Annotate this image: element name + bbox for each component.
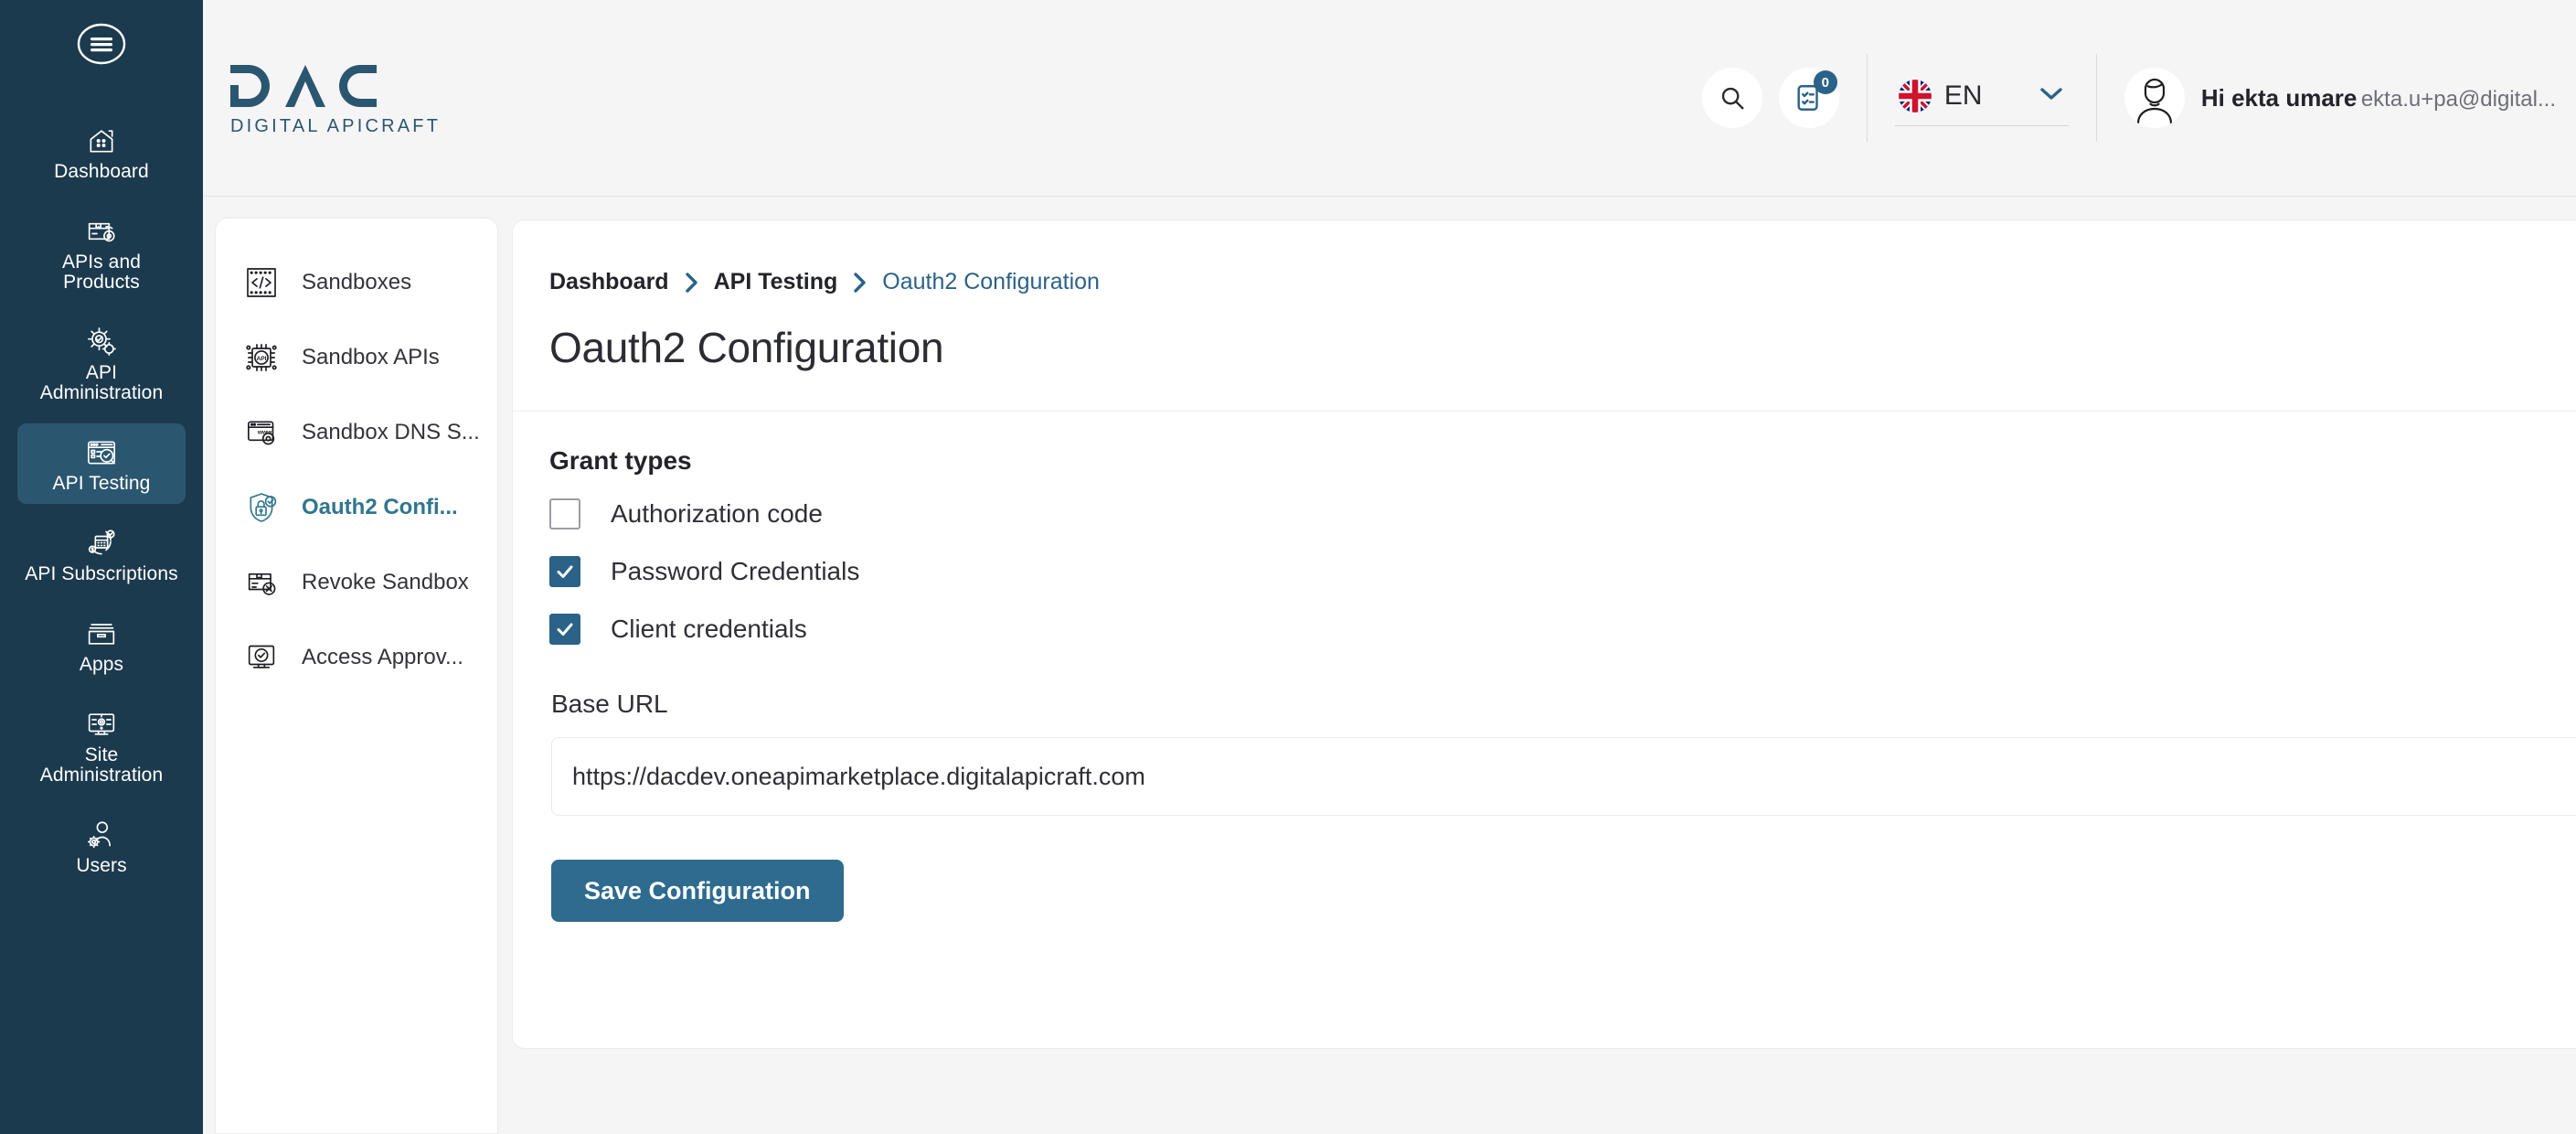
hamburger-circle-icon[interactable] xyxy=(73,22,130,66)
subnav-item-label: Oauth2 Confi... xyxy=(302,495,458,519)
app-header: DIGITAL APICRAFT 0 EN Hi ekta umare ekta… xyxy=(203,0,2576,197)
monitor-check-icon xyxy=(241,637,282,678)
home-dashboard-icon xyxy=(80,123,122,158)
sidebar-item-label: Apps xyxy=(79,654,124,676)
base-url-input[interactable]: https://dacdev.oneapimarketplace.digital… xyxy=(551,737,2576,816)
grant-type-label: Client credentials xyxy=(611,615,807,643)
language-selector[interactable]: EN xyxy=(1894,70,2069,126)
checkbox-icon[interactable] xyxy=(549,498,580,530)
sidebar-item-apps[interactable]: Apps xyxy=(17,604,186,685)
box-x-icon xyxy=(241,562,282,603)
sidebar-item-label: Site Administration xyxy=(39,744,164,786)
sidebar-item-apis-and-products[interactable]: APIs and Products xyxy=(17,202,186,303)
grant-types-heading: Grant types xyxy=(549,446,692,475)
checkbox-checked-icon[interactable] xyxy=(549,556,580,587)
dac-logo-icon xyxy=(230,64,377,107)
grant-type-password-credentials[interactable]: Password Credentials xyxy=(549,550,2576,594)
sidebar-item-label: Users xyxy=(76,855,127,877)
uk-flag-icon xyxy=(1898,79,1932,112)
sidebar-item-dashboard[interactable]: Dashboard xyxy=(17,112,186,192)
subnav-item-label: Sandbox DNS S... xyxy=(302,420,480,444)
brand-logo[interactable]: DIGITAL APICRAFT xyxy=(229,59,441,137)
app-root: Dashboard APIs and Products API Administra… xyxy=(0,0,2576,1134)
subnav-item-label: Sandbox APIs xyxy=(302,345,440,369)
secondary-sidebar: Sandboxes API Sandbox APIs www Sandbox DNS S… xyxy=(215,218,498,1134)
subnav-item-access-approv[interactable]: Access Approv... xyxy=(216,632,497,683)
sidebar-item-api-administration[interactable]: API Administration xyxy=(17,313,186,413)
header-divider-2 xyxy=(2095,54,2097,142)
subnav-item-label: Access Approv... xyxy=(302,645,463,669)
archive-box-icon xyxy=(80,616,122,651)
sidebar-item-label: API Subscriptions xyxy=(25,563,178,585)
sidebar-item-api-subscriptions[interactable]: API Subscriptions xyxy=(17,514,186,594)
header-actions: 0 EN Hi ekta umare ekta.u+pa@digital... xyxy=(1701,0,2576,196)
user-email: ekta.u+pa@digital... xyxy=(2360,86,2556,112)
breadcrumb: Dashboard API Testing Oauth2 Configurati… xyxy=(549,269,2576,295)
user-info: Hi ekta umare ekta.u+pa@digital... xyxy=(2201,84,2556,112)
subnav-item-sandboxes[interactable]: Sandboxes xyxy=(216,257,497,308)
brand-tagline: DIGITAL APICRAFT xyxy=(230,115,442,136)
browser-www-gear-icon: www xyxy=(241,412,282,453)
sidebar-item-label: APIs and Products xyxy=(61,251,142,294)
breadcrumb-item-dashboard[interactable]: Dashboard xyxy=(549,269,669,295)
sidebar-item-label: API Testing xyxy=(52,473,151,495)
sidebar-item-label: Dashboard xyxy=(54,161,149,182)
subnav-item-sandbox-dns-s[interactable]: www Sandbox DNS S... xyxy=(216,407,497,458)
header-divider-1 xyxy=(1866,54,1868,142)
sidebar-item-users[interactable]: Users xyxy=(17,806,186,886)
grant-type-authorization-code[interactable]: Authorization code xyxy=(549,492,2576,536)
form-magnifier-check-icon xyxy=(80,435,122,470)
user-gear-icon xyxy=(80,818,122,852)
sidebar-item-site-administration[interactable]: Site Administration xyxy=(17,695,186,796)
subnav-item-label: Revoke Sandbox xyxy=(302,570,469,594)
shield-lock-check-icon xyxy=(241,487,282,528)
user-menu[interactable]: Hi ekta umare ekta.u+pa@digital... xyxy=(2124,68,2576,128)
save-configuration-button[interactable]: Save Configuration xyxy=(551,860,844,922)
base-url-value: https://dacdev.oneapimarketplace.digital… xyxy=(572,762,1145,790)
subnav-item-label: Sandboxes xyxy=(302,270,412,294)
chevron-down-icon xyxy=(2038,84,2065,107)
language-code: EN xyxy=(1943,80,1983,111)
sidebar-item-api-testing[interactable]: API Testing xyxy=(17,423,186,505)
tasks-badge: 0 xyxy=(1813,70,1837,94)
code-brackets-icon xyxy=(241,262,282,303)
svg-text:API: API xyxy=(256,356,266,362)
search-icon[interactable] xyxy=(1701,68,1762,128)
calendar-refresh-dollar-icon xyxy=(80,526,122,561)
grant-types-list: Authorization code Password Credentials Cl… xyxy=(549,492,2576,651)
content-card: Dashboard API Testing Oauth2 Configurati… xyxy=(512,219,2576,1049)
sidebar-item-label: API Administration xyxy=(39,362,164,404)
subnav-item-oauth2-confi[interactable]: Oauth2 Confi... xyxy=(216,482,497,533)
primary-sidebar: Dashboard APIs and Products API Administra… xyxy=(0,0,203,1134)
grant-type-label: Authorization code xyxy=(611,499,823,528)
monitor-gear-icon xyxy=(80,707,122,742)
base-url-label: Base URL xyxy=(551,690,668,718)
checkbox-checked-icon[interactable] xyxy=(549,614,580,645)
chevron-right-icon xyxy=(852,271,868,294)
grant-type-client-credentials[interactable]: Client credentials xyxy=(549,607,2576,651)
gears-check-icon xyxy=(80,325,122,359)
breadcrumb-current: Oauth2 Configuration xyxy=(882,269,1100,294)
title-divider xyxy=(513,411,2576,412)
base-url-field-group: Base URL https://dacdev.oneapimarketplac… xyxy=(551,690,2576,816)
breadcrumb-item-api-testing[interactable]: API Testing xyxy=(714,269,838,295)
checklist-icon[interactable]: 0 xyxy=(1778,68,1839,128)
package-gear-icon xyxy=(80,214,122,249)
user-avatar-icon xyxy=(2124,68,2185,128)
chevron-right-icon xyxy=(684,271,699,294)
api-chip-icon: API xyxy=(241,337,282,378)
grant-type-label: Password Credentials xyxy=(611,557,860,585)
subnav-item-revoke-sandbox[interactable]: Revoke Sandbox xyxy=(216,557,497,608)
user-greeting: Hi ekta umare xyxy=(2200,83,2358,112)
primary-sidebar-items: Dashboard APIs and Products API Administra… xyxy=(0,112,203,897)
subnav-item-sandbox-apis[interactable]: API Sandbox APIs xyxy=(216,332,497,383)
page-title: Oauth2 Configuration xyxy=(549,324,944,371)
